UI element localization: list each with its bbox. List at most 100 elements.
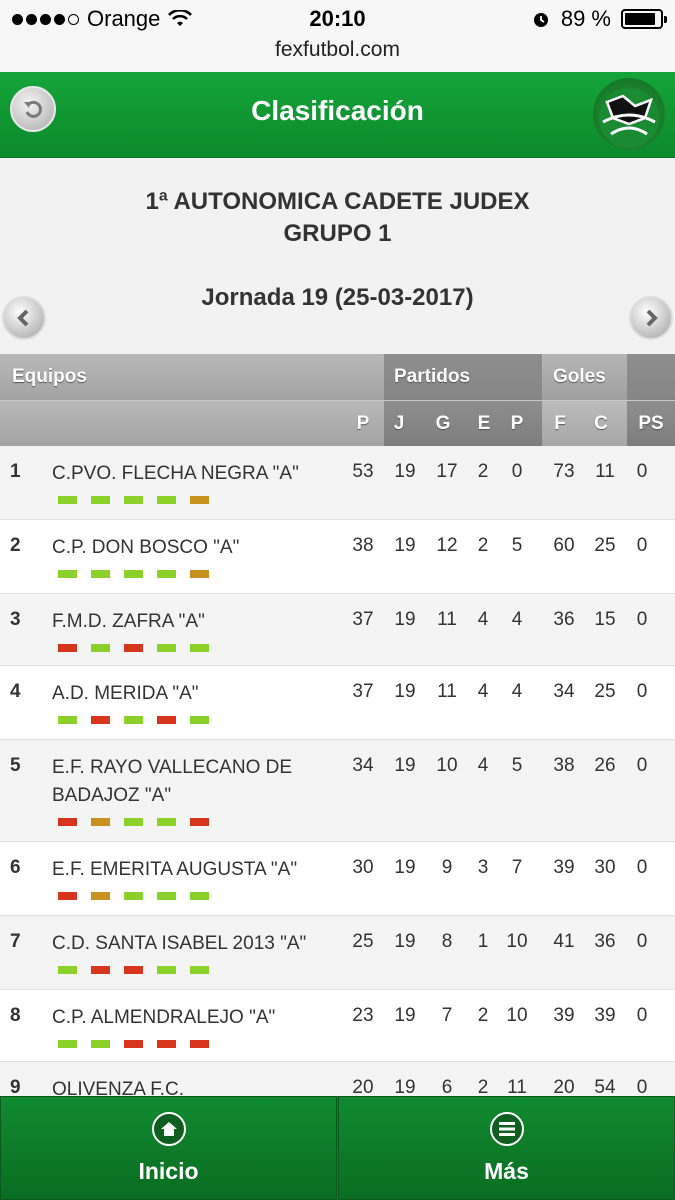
home-label: Inicio xyxy=(138,1157,199,1184)
row-lost: 4 xyxy=(511,609,523,630)
row-lost: 0 xyxy=(511,461,523,482)
row-played: 19 xyxy=(394,1005,416,1026)
form-result-win xyxy=(124,716,143,724)
form-result-win xyxy=(91,570,110,578)
standings-table: Equipos Partidos Goles P J G E P F C PS … xyxy=(0,354,675,1122)
league-name: 1ª AUTONOMICA CADETE JUDEX xyxy=(145,188,530,215)
row-won: 8 xyxy=(441,931,453,952)
row-points: 25 xyxy=(352,931,374,952)
row-ps: 0 xyxy=(636,755,648,776)
row-drawn: 2 xyxy=(477,1005,489,1026)
app-header: Clasificación xyxy=(0,72,675,158)
row-drawn: 2 xyxy=(477,461,489,482)
menu-icon xyxy=(489,1111,524,1146)
row-drawn: 3 xyxy=(477,857,489,878)
chevron-left-icon xyxy=(17,309,29,327)
table-row[interactable]: 7 C.D. SANTA ISABEL 2013 "A" 25 19 8 1 10 41 36 0 xyxy=(0,916,675,990)
chevron-right-icon xyxy=(646,309,658,327)
form-result-win xyxy=(58,496,77,504)
col-goals-for: F xyxy=(554,413,566,434)
row-position: 3 xyxy=(10,609,21,630)
form-result-loss xyxy=(157,1040,176,1048)
row-ps: 0 xyxy=(636,931,648,952)
row-position: 2 xyxy=(10,535,21,556)
row-team-name[interactable]: E.F. EMERITA AUGUSTA "A" xyxy=(52,856,342,884)
form-result-win xyxy=(157,570,176,578)
row-won: 7 xyxy=(441,1005,453,1026)
status-bar: Orange 20:10 89 % fexfutbol.com xyxy=(0,0,675,72)
league-header: 1ª AUTONOMICA CADETE JUDEX GRUPO 1 Jorna… xyxy=(0,158,675,354)
form-result-win xyxy=(157,966,176,974)
row-points: 38 xyxy=(352,535,374,556)
row-position: 1 xyxy=(10,461,21,482)
form-result-win xyxy=(58,716,77,724)
table-row[interactable]: 3 F.M.D. ZAFRA "A" 37 19 11 4 4 36 15 0 xyxy=(0,594,675,666)
more-button[interactable]: Más xyxy=(338,1096,675,1200)
row-ps: 0 xyxy=(636,609,648,630)
row-played: 19 xyxy=(394,609,416,630)
row-points: 37 xyxy=(352,681,374,702)
row-team-name[interactable]: C.P. ALMENDRALEJO "A" xyxy=(52,1004,342,1032)
row-ps: 0 xyxy=(636,857,648,878)
recent-form xyxy=(58,966,209,974)
row-team-name[interactable]: A.D. MERIDA "A" xyxy=(52,680,342,708)
row-goals-for: 39 xyxy=(553,1005,575,1026)
next-matchday-button[interactable] xyxy=(629,296,673,340)
battery-percent: 89 % xyxy=(560,6,611,31)
row-won: 17 xyxy=(436,461,458,482)
recent-form xyxy=(58,496,209,504)
row-goals-for: 41 xyxy=(553,931,575,952)
row-drawn: 2 xyxy=(477,535,489,556)
row-ps: 0 xyxy=(636,535,648,556)
table-row[interactable]: 1 C.PVO. FLECHA NEGRA "A" 53 19 17 2 0 73 11 0 xyxy=(0,446,675,520)
table-row[interactable]: 8 C.P. ALMENDRALEJO "A" 23 19 7 2 10 39 39 0 xyxy=(0,990,675,1062)
header-teams: Equipos xyxy=(12,366,87,387)
table-row[interactable]: 6 E.F. EMERITA AUGUSTA "A" 30 19 9 3 7 39 30 0 xyxy=(0,842,675,916)
row-played: 19 xyxy=(394,755,416,776)
row-played: 19 xyxy=(394,931,416,952)
url-bar[interactable]: fexfutbol.com xyxy=(0,38,675,62)
row-lost: 7 xyxy=(511,857,523,878)
row-lost: 10 xyxy=(506,1005,528,1026)
table-row[interactable]: 5 E.F. RAYO VALLECANO DE BADAJOZ "A" 34 19 1… xyxy=(0,740,675,842)
form-result-loss xyxy=(124,966,143,974)
form-result-win xyxy=(157,818,176,826)
recent-form xyxy=(58,892,209,900)
row-drawn: 1 xyxy=(477,931,489,952)
col-points: P xyxy=(356,413,370,434)
form-result-win xyxy=(190,892,209,900)
row-team-name[interactable]: C.P. DON BOSCO "A" xyxy=(52,534,342,562)
row-team-name[interactable]: E.F. RAYO VALLECANO DE BADAJOZ "A" xyxy=(52,754,342,810)
form-result-loss xyxy=(190,1040,209,1048)
form-result-draw xyxy=(190,570,209,578)
row-team-name[interactable]: C.D. SANTA ISABEL 2013 "A" xyxy=(52,930,342,958)
form-result-win xyxy=(124,496,143,504)
row-goals-for: 34 xyxy=(553,681,575,702)
row-goals-for: 73 xyxy=(553,461,575,482)
form-result-win xyxy=(157,644,176,652)
row-goals-against: 25 xyxy=(594,681,616,702)
row-goals-against: 15 xyxy=(594,609,616,630)
row-team-name[interactable]: C.PVO. FLECHA NEGRA "A" xyxy=(52,460,342,488)
row-goals-against: 25 xyxy=(594,535,616,556)
prev-matchday-button[interactable] xyxy=(2,296,46,340)
row-goals-against: 26 xyxy=(594,755,616,776)
table-row[interactable]: 4 A.D. MERIDA "A" 37 19 11 4 4 34 25 0 xyxy=(0,666,675,740)
col-lost: P xyxy=(510,413,524,434)
row-played: 19 xyxy=(394,681,416,702)
row-team-name[interactable]: F.M.D. ZAFRA "A" xyxy=(52,608,342,636)
bottom-nav: Inicio Más xyxy=(0,1096,675,1200)
recent-form xyxy=(58,716,209,724)
home-button[interactable]: Inicio xyxy=(0,1096,337,1200)
row-played: 19 xyxy=(394,535,416,556)
row-lost: 4 xyxy=(511,681,523,702)
form-result-loss xyxy=(124,1040,143,1048)
row-played: 19 xyxy=(394,461,416,482)
row-won: 11 xyxy=(437,681,457,702)
battery-icon xyxy=(621,9,667,29)
table-row[interactable]: 2 C.P. DON BOSCO "A" 38 19 12 2 5 60 25 0 xyxy=(0,520,675,594)
recent-form xyxy=(58,818,209,826)
alarm-icon xyxy=(533,13,548,27)
form-result-loss xyxy=(157,716,176,724)
form-result-loss xyxy=(190,818,209,826)
